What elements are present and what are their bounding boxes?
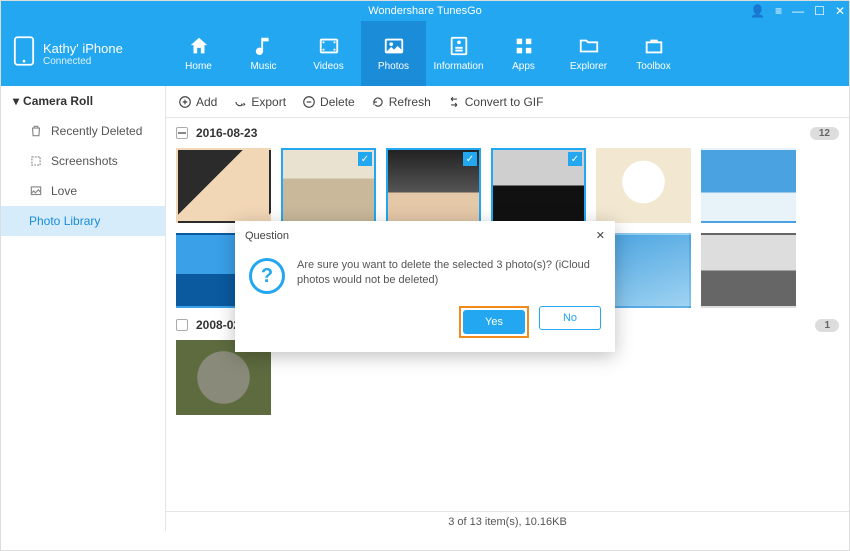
device-panel[interactable]: Kathy' iPhone Connected: [1, 21, 166, 86]
device-name: Kathy' iPhone: [43, 41, 123, 56]
question-icon: ?: [249, 258, 285, 294]
chevron-down-icon: ▾: [13, 94, 19, 108]
minimize-icon[interactable]: —: [792, 4, 804, 18]
group-count: 1: [815, 319, 839, 332]
dialog-header: Question ✕: [235, 221, 615, 250]
confirm-dialog: Question ✕ ? Are sure you want to delete…: [235, 221, 615, 352]
tab-videos[interactable]: Videos: [296, 21, 361, 86]
group-header[interactable]: 2016-08-23 12: [176, 126, 839, 140]
menu-icon[interactable]: ≡: [775, 4, 782, 18]
check-icon: [358, 152, 372, 166]
close-icon[interactable]: ✕: [835, 4, 845, 18]
sidebar: ▾ Camera Roll Recently Deleted Screensho…: [1, 86, 166, 531]
photo-thumb[interactable]: [176, 148, 271, 223]
yes-button[interactable]: Yes: [463, 310, 525, 334]
image-icon: [29, 184, 43, 198]
app-title: Wondershare TunesGo: [368, 5, 482, 17]
tab-photos[interactable]: Photos: [361, 21, 426, 86]
photo-thumb[interactable]: [491, 148, 586, 223]
status-text: 3 of 13 item(s), 10.16KB: [448, 516, 567, 528]
photo-thumb[interactable]: [281, 148, 376, 223]
phone-icon: [13, 36, 35, 71]
add-button[interactable]: Add: [178, 95, 217, 109]
nav-tabs: Home Music Videos Photos Information App…: [166, 21, 849, 86]
tab-music[interactable]: Music: [231, 21, 296, 86]
tab-apps[interactable]: Apps: [491, 21, 556, 86]
tab-toolbox[interactable]: Toolbox: [621, 21, 686, 86]
export-button[interactable]: Export: [233, 95, 286, 109]
sidebar-item-screenshots[interactable]: Screenshots: [1, 146, 165, 176]
trash-icon: [29, 124, 43, 138]
photo-thumb[interactable]: [701, 233, 796, 308]
sidebar-item-love[interactable]: Love: [1, 176, 165, 206]
dialog-actions: Yes No: [235, 300, 615, 352]
user-icon[interactable]: 👤: [750, 4, 765, 18]
title-bar: Wondershare TunesGo 👤 ≡ — ☐ ✕: [1, 1, 849, 21]
sidebar-item-photo-library[interactable]: Photo Library: [1, 206, 165, 236]
device-status: Connected: [43, 56, 123, 67]
convert-gif-button[interactable]: Convert to GIF: [447, 95, 544, 109]
dialog-message: Are sure you want to delete the selected…: [297, 258, 601, 289]
nav-bar: Kathy' iPhone Connected Home Music Video…: [1, 21, 849, 86]
tab-home[interactable]: Home: [166, 21, 231, 86]
window-controls: 👤 ≡ — ☐ ✕: [750, 1, 845, 21]
status-bar: 3 of 13 item(s), 10.16KB: [166, 511, 849, 531]
photo-thumb[interactable]: [386, 148, 481, 223]
sidebar-header[interactable]: ▾ Camera Roll: [1, 86, 165, 116]
tab-information[interactable]: Information: [426, 21, 491, 86]
no-button[interactable]: No: [539, 306, 601, 330]
sidebar-item-recently-deleted[interactable]: Recently Deleted: [1, 116, 165, 146]
dialog-title: Question: [245, 230, 289, 242]
group-count: 12: [810, 127, 839, 140]
refresh-button[interactable]: Refresh: [371, 95, 431, 109]
photo-thumb[interactable]: [596, 148, 691, 223]
delete-button[interactable]: Delete: [302, 95, 355, 109]
group-checkbox[interactable]: [176, 319, 188, 331]
dialog-body: ? Are sure you want to delete the select…: [235, 250, 615, 300]
maximize-icon[interactable]: ☐: [814, 4, 825, 18]
photo-thumb[interactable]: [701, 148, 796, 223]
group-date: 2016-08-23: [196, 126, 257, 140]
screenshot-icon: [29, 154, 43, 168]
dialog-close-icon[interactable]: ✕: [596, 229, 605, 242]
group-checkbox[interactable]: [176, 127, 188, 139]
toolbar: Add Export Delete Refresh Convert to GIF: [166, 86, 849, 118]
check-icon: [463, 152, 477, 166]
tab-explorer[interactable]: Explorer: [556, 21, 621, 86]
highlight-box: Yes: [459, 306, 529, 338]
check-icon: [568, 152, 582, 166]
